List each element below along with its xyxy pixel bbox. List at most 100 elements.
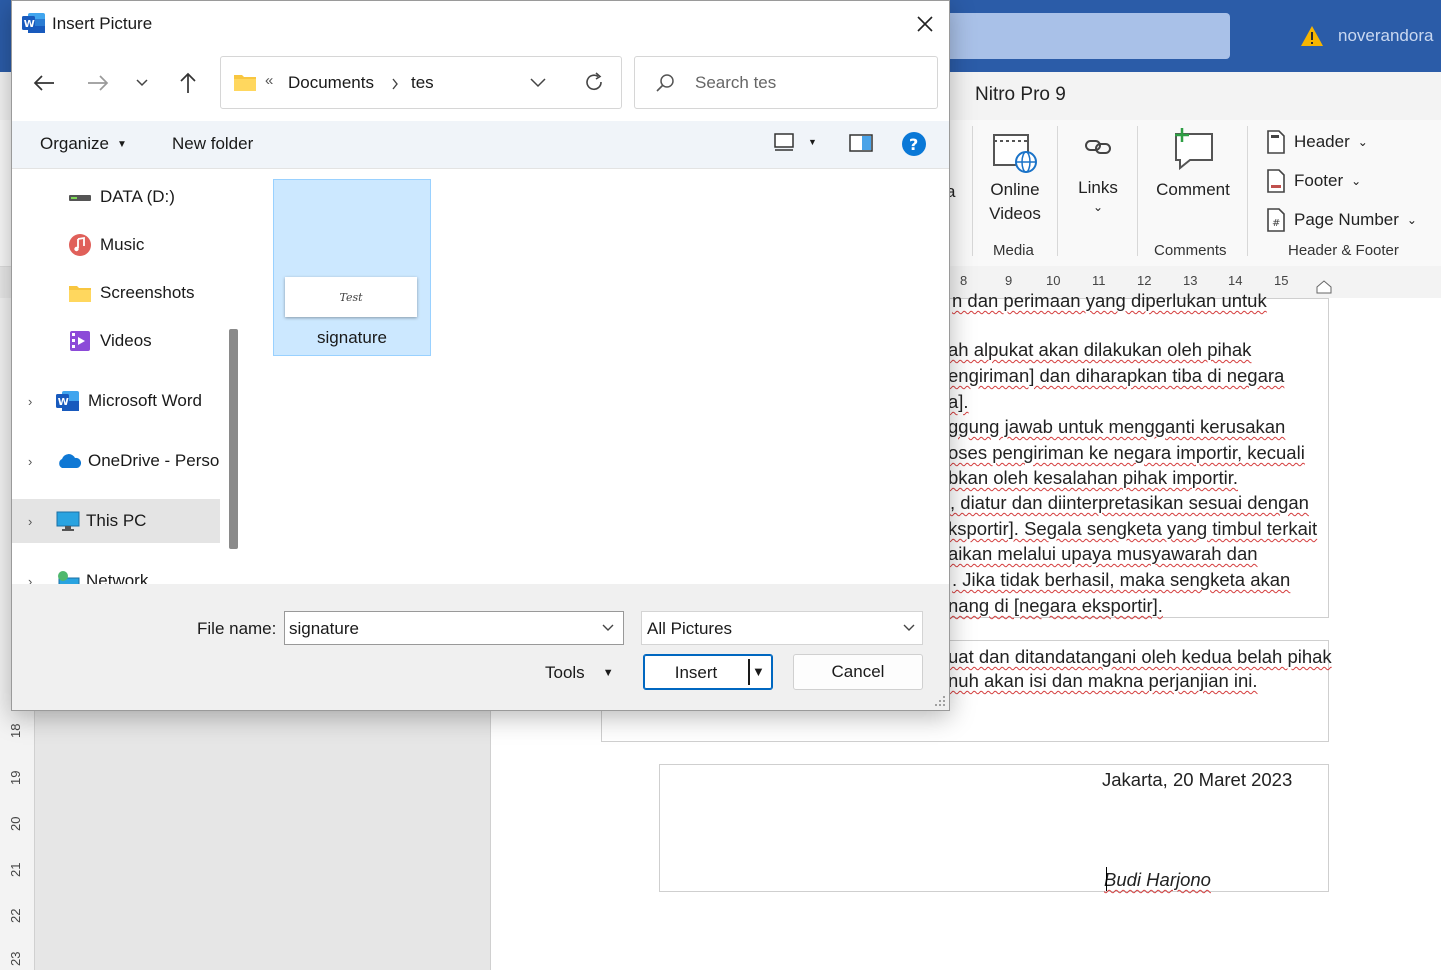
close-icon [917,16,933,32]
arrow-up-icon [180,72,196,93]
indent-marker-icon[interactable] [1316,280,1332,294]
chevron-right-icon[interactable]: › [28,394,56,409]
ruler-number: 21 [8,862,23,877]
word-icon: W [56,391,79,411]
ribbon-separator [1057,126,1058,256]
refresh-icon[interactable] [583,71,605,93]
chevron-down-icon: ⌄ [1406,213,1417,227]
file-item-signature[interactable]: Test signature [273,179,431,356]
chevron-right-icon[interactable]: › [28,514,56,529]
dialog-footer [12,584,949,710]
nav-item-data-drive[interactable]: DATA (D:) [12,175,220,219]
online-videos-line2: Videos [989,204,1041,223]
header-button[interactable]: Header ⌄ [1266,128,1368,156]
caret-down-icon[interactable]: ▼ [752,664,765,679]
breadcrumb-overflow[interactable]: « [265,72,273,89]
chevron-down-icon: ⌄ [1357,135,1368,149]
doc-line: uat dan ditandatangani oleh kedua belah … [948,646,1332,667]
footer-button[interactable]: Footer ⌄ [1266,167,1361,195]
file-name-label: signature [317,328,387,347]
nav-item-microsoft-word[interactable]: › W Microsoft Word [12,379,220,423]
nav-item-screenshots[interactable]: Screenshots [12,271,220,315]
search-input[interactable]: Search tes [695,73,776,93]
view-icon [774,133,794,151]
search-box[interactable]: Search tes [634,56,938,109]
doc-line: bkan oleh kesalahan pihak importir. [948,467,1239,488]
arrow-right-icon [88,75,109,91]
close-button[interactable] [910,9,940,39]
nav-item-label: Screenshots [100,283,195,302]
account-name[interactable]: noverandora [1338,26,1433,46]
file-name-value: signature [289,619,359,638]
ruler-number: 9 [1005,273,1013,288]
tab-nitro-pro[interactable]: Nitro Pro 9 [975,84,1066,106]
nav-item-label: Music [100,235,145,254]
chevron-right-icon[interactable]: › [28,574,56,585]
nav-item-network[interactable]: › Network [12,559,220,584]
online-videos-button[interactable]: Online Videos [982,130,1048,226]
doc-line: , diatur dan diinterpretasikan sesuai de… [950,492,1309,513]
back-button[interactable] [28,67,60,99]
folder-icon [69,286,91,302]
nav-item-this-pc[interactable]: › This PC [12,499,220,543]
ribbon-separator [1137,126,1138,256]
ruler-number: 8 [960,273,968,288]
signature-text-box[interactable]: Jakarta, 20 Maret 2023 Budi Harjono [659,764,1329,892]
doc-line: n dan perimaan yang diperlukan untuk [952,290,1267,311]
chevron-down-icon[interactable] [601,623,615,633]
preview-pane-icon[interactable] [849,134,873,152]
links-button[interactable]: Links ⌄ [1070,134,1126,214]
chevron-right-icon [392,78,398,90]
ribbon-separator [972,126,973,256]
insert-picture-dialog: W Insert Picture « Documents tes Search … [11,0,950,711]
command-bar: Organize ▼ New folder ▼ ? [12,121,949,169]
signer-name: Budi Harjono [1104,869,1211,890]
file-name-label: File name: [197,619,277,638]
breadcrumb-tes[interactable]: tes [411,73,434,93]
nav-item-videos[interactable]: Videos [12,319,220,363]
file-name-input[interactable]: signature [284,611,624,645]
doc-line: aikan melalui upaya musyawarah dan [948,543,1258,564]
header-label: Header [1294,132,1350,151]
word-search-box[interactable] [940,13,1230,59]
caret-down-icon: ▼ [602,667,614,679]
chevron-right-icon[interactable]: › [28,454,56,469]
network-icon [58,571,80,584]
address-bar[interactable]: « Documents tes [220,56,622,109]
new-folder-button[interactable]: New folder [172,134,253,154]
date-line: Jakarta, 20 Maret 2023 [1102,769,1293,790]
search-icon [656,74,674,92]
doc-line: nang di [negara eksportir]. [948,595,1163,616]
caret-down-icon: ▼ [808,137,817,147]
file-type-select[interactable]: All Pictures [641,611,923,645]
ruler-number: 14 [1228,273,1243,288]
organize-button[interactable]: Organize ▼ [40,134,127,154]
file-thumbnail: Test [285,277,417,317]
insert-button[interactable]: Insert ▼ [643,654,773,690]
change-view-button[interactable]: ▼ [774,133,817,151]
cancel-button[interactable]: Cancel [793,654,923,690]
media-group-label: Media [993,242,1034,259]
doc-line: . Jika tidak berhasil, maka sengketa aka… [952,569,1291,590]
ruler-number: 12 [1137,273,1152,288]
page-number-button[interactable]: # Page Number ⌄ [1266,206,1417,234]
nav-scrollbar-thumb[interactable] [229,329,238,549]
organize-label: Organize [40,134,109,153]
resize-grip-icon[interactable] [934,695,946,707]
nav-item-label: Microsoft Word [88,391,202,410]
up-button[interactable] [172,67,204,99]
navigation-pane[interactable]: DATA (D:) Music Screenshots Videos › W M… [12,169,220,584]
help-icon[interactable]: ? [901,131,927,157]
tools-button[interactable]: Tools ▼ [545,663,614,683]
thumbnail-text: Test [339,290,363,304]
links-label: Links [1078,178,1118,197]
nav-item-music[interactable]: Music [12,223,220,267]
chevron-down-icon[interactable] [529,77,547,89]
chevron-down-icon [136,79,148,87]
forward-button[interactable] [82,67,114,99]
recent-locations-button[interactable] [126,67,158,99]
breadcrumb-documents[interactable]: Documents [288,73,374,93]
warning-icon[interactable] [1300,24,1324,48]
comment-button[interactable]: Comment [1150,126,1236,202]
nav-item-onedrive[interactable]: › OneDrive - Perso [12,439,220,483]
